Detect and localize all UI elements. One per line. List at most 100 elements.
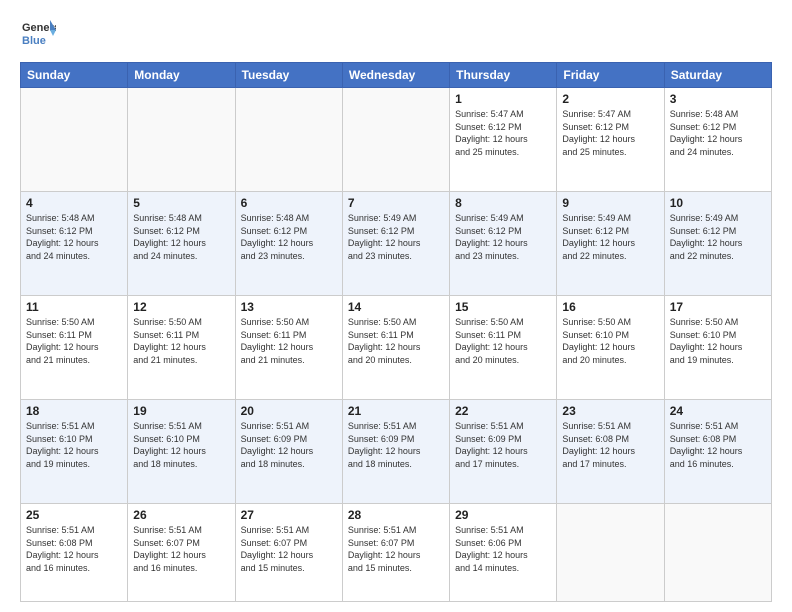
cell-w5-d3: 27 Sunrise: 5:51 AMSunset: 6:07 PMDayligh… [235, 504, 342, 602]
cell-w2-d6: 9 Sunrise: 5:49 AMSunset: 6:12 PMDaylight… [557, 192, 664, 296]
cell-w4-d3: 20Sunrise: 5:51 AMSunset: 6:09 PMDayligh… [235, 400, 342, 504]
day-number: 29 [455, 508, 551, 522]
header-row: SundayMondayTuesdayWednesdayThursdayFrid… [21, 63, 772, 88]
cell-w4-d4: 21 Sunrise: 5:51 AMSunset: 6:09 PMDayligh… [342, 400, 449, 504]
day-number: 21 [348, 404, 444, 418]
header-saturday: Saturday [664, 63, 771, 88]
logo-svg: General Blue [20, 16, 56, 52]
header-friday: Friday [557, 63, 664, 88]
calendar-body: 1Sunrise: 5:47 AMSunset: 6:12 PMDaylight… [21, 88, 772, 602]
day-info: Sunrise: 5:49 AMSunset: 6:12 PMDaylight:… [348, 212, 444, 262]
day-info: Sunrise: 5:50 AMSunset: 6:10 PMDaylight:… [562, 316, 658, 366]
cell-w5-d5: 29 Sunrise: 5:51 AMSunset: 6:06 PMDayligh… [450, 504, 557, 602]
day-info: Sunrise: 5:51 AMSunset: 6:10 PMDaylight:… [26, 420, 122, 470]
day-info: Sunrise: 5:51 AMSunset: 6:07 PMDaylight:… [348, 524, 444, 574]
cell-w2-d7: 10 Sunrise: 5:49 AMSunset: 6:12 PMDayligh… [664, 192, 771, 296]
cell-w2-d1: 4 Sunrise: 5:48 AMSunset: 6:12 PMDaylight… [21, 192, 128, 296]
page: General Blue SundayMondayTuesdayWednesda… [0, 0, 792, 612]
cell-w5-d4: 28 Sunrise: 5:51 AMSunset: 6:07 PMDayligh… [342, 504, 449, 602]
header: General Blue [20, 16, 772, 52]
day-info: Sunrise: 5:50 AMSunset: 6:11 PMDaylight:… [241, 316, 337, 366]
day-info: Sunrise: 5:51 AMSunset: 6:09 PMDaylight:… [348, 420, 444, 470]
calendar-table: SundayMondayTuesdayWednesdayThursdayFrid… [20, 62, 772, 602]
day-number: 26 [133, 508, 229, 522]
day-number: 16 [562, 300, 658, 314]
day-number: 10 [670, 196, 766, 210]
day-number: 28 [348, 508, 444, 522]
cell-w4-d2: 19 Sunrise: 5:51 AMSunset: 6:10 PMDayligh… [128, 400, 235, 504]
cell-w3-d1: 11Sunrise: 5:50 AMSunset: 6:11 PMDayligh… [21, 296, 128, 400]
cell-w2-d4: 7 Sunrise: 5:49 AMSunset: 6:12 PMDaylight… [342, 192, 449, 296]
day-info: Sunrise: 5:48 AMSunset: 6:12 PMDaylight:… [133, 212, 229, 262]
day-number: 14 [348, 300, 444, 314]
day-number: 17 [670, 300, 766, 314]
day-number: 2 [562, 92, 658, 106]
week-row-3: 11 Sunrise: 5:50 AMSunset: 6:11 PMDayligh… [21, 296, 772, 400]
cell-w1-d1 [21, 88, 128, 192]
cell-w4-d5: 22Sunrise: 5:51 AMSunset: 6:09 PMDayligh… [450, 400, 557, 504]
day-number: 4 [26, 196, 122, 210]
cell-w2-d3: 6 Sunrise: 5:48 AMSunset: 6:12 PMDaylight… [235, 192, 342, 296]
day-info: Sunrise: 5:51 AMSunset: 6:08 PMDaylight:… [670, 420, 766, 470]
week-row-4: 18 Sunrise: 5:51 AMSunset: 6:10 PMDayligh… [21, 400, 772, 504]
cell-w1-d6: 2 Sunrise: 5:47 AMSunset: 6:12 PMDaylight… [557, 88, 664, 192]
day-number: 13 [241, 300, 337, 314]
day-number: 12 [133, 300, 229, 314]
cell-w1-d7: 3 Sunrise: 5:48 AMSunset: 6:12 PMDaylight… [664, 88, 771, 192]
cell-w3-d3: 13 Sunrise: 5:50 AMSunset: 6:11 PMDayligh… [235, 296, 342, 400]
cell-w3-d2: 12 Sunrise: 5:50 AMSunset: 6:11 PMDayligh… [128, 296, 235, 400]
day-number: 23 [562, 404, 658, 418]
day-info: Sunrise: 5:49 AMSunset: 6:12 PMDaylight:… [455, 212, 551, 262]
day-number: 19 [133, 404, 229, 418]
day-info: Sunrise: 5:51 AMSunset: 6:08 PMDaylight:… [562, 420, 658, 470]
header-tuesday: Tuesday [235, 63, 342, 88]
cell-w5-d6 [557, 504, 664, 602]
cell-w3-d4: 14 Sunrise: 5:50 AMSunset: 6:11 PMDayligh… [342, 296, 449, 400]
header-monday: Monday [128, 63, 235, 88]
cell-w5-d2: 26 Sunrise: 5:51 AMSunset: 6:07 PMDayligh… [128, 504, 235, 602]
week-row-5: 25 Sunrise: 5:51 AMSunset: 6:08 PMDayligh… [21, 504, 772, 602]
day-number: 20 [241, 404, 337, 418]
day-info: Sunrise: 5:48 AMSunset: 6:12 PMDaylight:… [241, 212, 337, 262]
day-info: Sunrise: 5:50 AMSunset: 6:11 PMDaylight:… [133, 316, 229, 366]
day-number: 18 [26, 404, 122, 418]
cell-w3-d7: 17Sunrise: 5:50 AMSunset: 6:10 PMDayligh… [664, 296, 771, 400]
day-info: Sunrise: 5:47 AMSunset: 6:12 PMDaylight:… [562, 108, 658, 158]
day-info: Sunrise: 5:51 AMSunset: 6:06 PMDaylight:… [455, 524, 551, 574]
day-number: 11 [26, 300, 122, 314]
day-info: Sunrise: 5:49 AMSunset: 6:12 PMDaylight:… [670, 212, 766, 262]
cell-w3-d6: 16 Sunrise: 5:50 AMSunset: 6:10 PMDayligh… [557, 296, 664, 400]
calendar-header: SundayMondayTuesdayWednesdayThursdayFrid… [21, 63, 772, 88]
header-thursday: Thursday [450, 63, 557, 88]
cell-w2-d2: 5Sunrise: 5:48 AMSunset: 6:12 PMDaylight… [128, 192, 235, 296]
day-info: Sunrise: 5:48 AMSunset: 6:12 PMDaylight:… [26, 212, 122, 262]
svg-text:Blue: Blue [22, 35, 46, 47]
day-info: Sunrise: 5:51 AMSunset: 6:08 PMDaylight:… [26, 524, 122, 574]
day-info: Sunrise: 5:48 AMSunset: 6:12 PMDaylight:… [670, 108, 766, 158]
day-number: 27 [241, 508, 337, 522]
cell-w1-d4 [342, 88, 449, 192]
day-number: 6 [241, 196, 337, 210]
day-number: 24 [670, 404, 766, 418]
logo: General Blue [20, 16, 56, 52]
cell-w4-d1: 18 Sunrise: 5:51 AMSunset: 6:10 PMDayligh… [21, 400, 128, 504]
day-number: 25 [26, 508, 122, 522]
day-info: Sunrise: 5:51 AMSunset: 6:07 PMDaylight:… [241, 524, 337, 574]
day-number: 7 [348, 196, 444, 210]
day-number: 3 [670, 92, 766, 106]
cell-w5-d1: 25 Sunrise: 5:51 AMSunset: 6:08 PMDayligh… [21, 504, 128, 602]
cell-w5-d7 [664, 504, 771, 602]
day-number: 9 [562, 196, 658, 210]
cell-w4-d7: 24 Sunrise: 5:51 AMSunset: 6:08 PMDayligh… [664, 400, 771, 504]
day-info: Sunrise: 5:51 AMSunset: 6:10 PMDaylight:… [133, 420, 229, 470]
day-info: Sunrise: 5:47 AMSunset: 6:12 PMDaylight:… [455, 108, 551, 158]
day-info: Sunrise: 5:49 AMSunset: 6:12 PMDaylight:… [562, 212, 658, 262]
day-info: Sunrise: 5:50 AMSunset: 6:11 PMDaylight:… [348, 316, 444, 366]
week-row-2: 4 Sunrise: 5:48 AMSunset: 6:12 PMDaylight… [21, 192, 772, 296]
day-info: Sunrise: 5:51 AMSunset: 6:07 PMDaylight:… [133, 524, 229, 574]
cell-w4-d6: 23 Sunrise: 5:51 AMSunset: 6:08 PMDayligh… [557, 400, 664, 504]
cell-w3-d5: 15Sunrise: 5:50 AMSunset: 6:11 PMDayligh… [450, 296, 557, 400]
day-number: 22 [455, 404, 551, 418]
cell-w1-d3 [235, 88, 342, 192]
cell-w2-d5: 8Sunrise: 5:49 AMSunset: 6:12 PMDaylight… [450, 192, 557, 296]
